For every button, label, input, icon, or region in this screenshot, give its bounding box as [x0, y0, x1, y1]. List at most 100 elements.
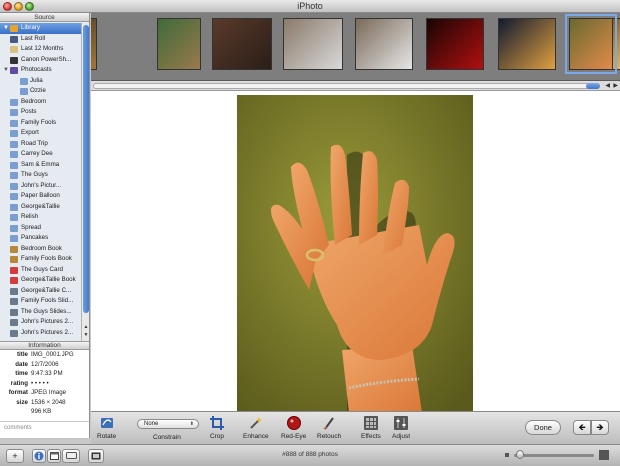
source-item[interactable]: Julia — [0, 76, 81, 87]
source-item[interactable]: John's Pictur... — [0, 181, 81, 192]
size-slider-track[interactable] — [514, 454, 594, 457]
camera-icon — [10, 56, 18, 64]
source-item-label: The Guys Slides... — [21, 307, 72, 315]
album-icon — [10, 203, 18, 211]
red-eye-icon — [286, 416, 301, 430]
source-item[interactable]: The Guys Card — [0, 265, 81, 276]
info-row: title IMG_0001.JPG — [0, 350, 89, 360]
crop-label: Crop — [209, 433, 225, 440]
scroll-down-arrow-icon[interactable]: ▼ — [82, 331, 89, 339]
source-item[interactable]: The Guys Slides... — [0, 307, 81, 318]
source-item[interactable]: Family Fools Book — [0, 254, 81, 265]
source-item-label: George&Tallie Book — [21, 276, 76, 283]
filmstrip-thumbnail[interactable] — [91, 18, 97, 70]
slideshow-icon — [10, 329, 18, 337]
filmstrip-scroll-track[interactable] — [93, 83, 600, 89]
source-item-label: Road Trip — [21, 139, 48, 147]
disclosure-triangle-icon[interactable]: ▼ — [3, 23, 9, 34]
source-item[interactable]: George&Tallie Book — [0, 275, 81, 286]
source-item[interactable]: John's Pictures 2... — [0, 328, 81, 339]
info-key: size — [16, 398, 28, 406]
previous-photo-button[interactable]: 🡸 — [573, 420, 591, 435]
info-value: JPEG Image — [31, 389, 67, 396]
source-item-label: Family Fools — [21, 118, 57, 126]
source-item[interactable]: Canon PowerSh... — [0, 55, 81, 66]
adjust-button[interactable]: Adjust — [392, 415, 410, 440]
source-item[interactable]: Ozzie — [0, 86, 81, 97]
source-item[interactable]: Export — [0, 128, 81, 139]
album-icon — [10, 224, 18, 232]
large-size-icon — [599, 450, 609, 460]
filmstrip-thumbnail[interactable] — [212, 18, 272, 70]
constrain-value: None — [144, 421, 159, 427]
source-item[interactable]: Road Trip — [0, 139, 81, 150]
effects-button[interactable]: Effects — [361, 415, 381, 440]
scroll-right-arrow-icon[interactable]: ▶ — [613, 82, 618, 89]
left-arrow-icon: 🡸 — [578, 422, 586, 432]
source-item[interactable]: Family Fools — [0, 118, 81, 129]
source-item[interactable]: The Guys — [0, 170, 81, 181]
filmstrip-thumbnail[interactable] — [355, 18, 413, 70]
filmstrip-scrollbar[interactable]: ◀ ▶ — [91, 81, 620, 91]
source-item-label: Library — [21, 24, 40, 31]
size-slider-knob[interactable] — [516, 450, 524, 459]
source-scroll-thumb[interactable] — [83, 25, 89, 313]
comments-field[interactable]: comments — [4, 425, 32, 431]
retouch-label: Retouch — [317, 433, 342, 440]
source-item-label: Photocasts — [21, 66, 52, 73]
done-button[interactable]: Done — [525, 420, 561, 435]
source-item[interactable]: ▼ Library — [0, 23, 81, 34]
calendar-icon — [10, 46, 18, 53]
next-photo-button[interactable]: 🡺 — [591, 420, 609, 435]
album-icon — [10, 235, 18, 242]
retouch-button[interactable]: Retouch — [317, 415, 341, 440]
source-item[interactable]: Last 12 Months — [0, 44, 81, 55]
title-bar: iPhoto — [0, 0, 620, 13]
source-item[interactable]: Paper Balloon — [0, 191, 81, 202]
rotate-button[interactable]: Rotate — [97, 415, 116, 440]
source-item[interactable]: ▼ Photocasts — [0, 65, 81, 76]
card-icon — [10, 266, 18, 274]
source-item[interactable]: Spread — [0, 223, 81, 234]
source-scrollbar[interactable]: ▲ ▼ — [81, 23, 89, 341]
source-item[interactable]: George&Tallie C... — [0, 286, 81, 297]
info-value[interactable]: • • • • • — [31, 379, 49, 389]
source-item[interactable]: Posts — [0, 107, 81, 118]
filmstrip-scroll-thumb[interactable] — [586, 83, 600, 89]
source-item[interactable]: Sam & Emma — [0, 160, 81, 171]
crop-icon — [210, 416, 224, 430]
filmstrip-thumbnail[interactable] — [498, 18, 556, 70]
enhance-button[interactable]: Enhance — [243, 415, 269, 440]
source-item[interactable]: Pancakes — [0, 233, 81, 244]
source-item[interactable]: George&Tallie — [0, 202, 81, 213]
source-item[interactable]: John's Pictures 2... — [0, 317, 81, 328]
filmstrip-thumbnail[interactable] — [426, 18, 484, 70]
constrain-label: Constrain — [153, 434, 181, 441]
source-item-label: Bedroom Book — [21, 244, 62, 252]
source-item[interactable]: Bedroom Book — [0, 244, 81, 255]
source-item[interactable]: Relish — [0, 212, 81, 223]
filmstrip-thumbnail[interactable] — [565, 14, 617, 74]
right-arrow-icon: 🡺 — [596, 422, 604, 432]
source-item[interactable]: Last Roll — [0, 34, 81, 45]
source-item-label: Family Fools Book — [21, 255, 72, 262]
source-item-label: George&Tallie C... — [21, 286, 72, 294]
red-eye-button[interactable]: Red-Eye — [281, 415, 306, 440]
information-header: Information — [0, 341, 89, 350]
crop-button[interactable]: Crop — [209, 415, 225, 440]
main-photo[interactable] — [237, 95, 473, 411]
scroll-left-arrow-icon[interactable]: ◀ — [605, 82, 610, 89]
filmstrip-thumbnail[interactable] — [283, 18, 343, 70]
constrain-select[interactable]: None ⬍ — [137, 419, 199, 429]
filmstrip-thumbnail[interactable] — [157, 18, 201, 70]
source-item[interactable]: Bedroom — [0, 97, 81, 108]
info-row: date 12/7/2006 — [0, 360, 89, 370]
scroll-up-arrow-icon[interactable]: ▲ — [82, 323, 89, 331]
source-item[interactable]: Family Fools Slid... — [0, 296, 81, 307]
source-item-label: Relish — [21, 213, 39, 220]
source-item[interactable]: Carrey Dee — [0, 149, 81, 160]
edit-toolbar: Rotate None ⬍ Constrain Crop Enhance Red… — [91, 411, 620, 444]
album-icon — [10, 214, 18, 221]
album-icon — [10, 193, 18, 200]
disclosure-triangle-icon[interactable]: ▼ — [3, 65, 9, 76]
